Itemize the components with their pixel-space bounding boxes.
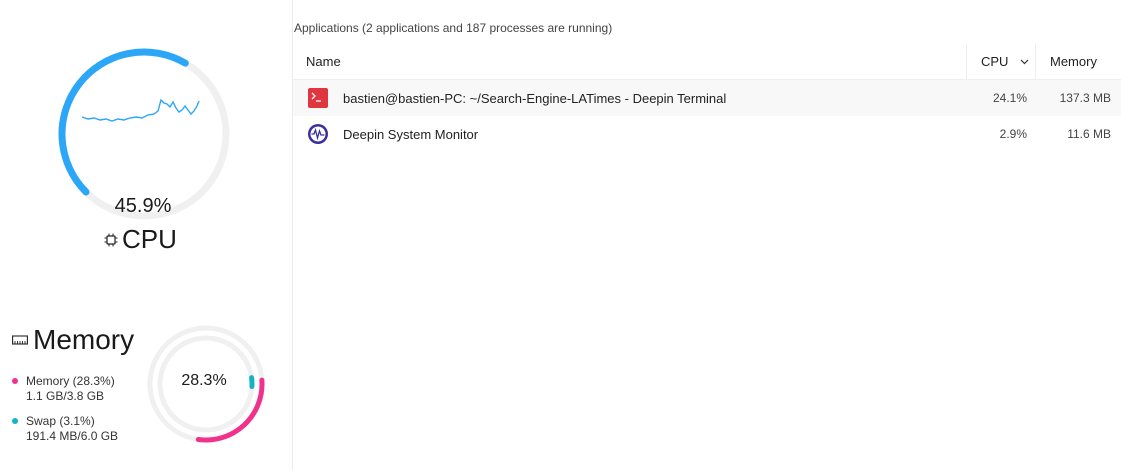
chevron-down-icon [1020, 59, 1029, 64]
process-panel: Applications (2 applications and 187 pro… [292, 0, 1121, 470]
memory-legend: Memory (28.3%) 1.1 GB/3.8 GB Swap (3.1%)… [12, 374, 118, 454]
system-monitor-icon [308, 124, 328, 144]
cpu-usage-percent: 45.9% [114, 195, 172, 217]
process-memory: 137.3 MB [1059, 91, 1111, 105]
memory-legend-detail: 1.1 GB/3.8 GB [26, 389, 105, 403]
column-header-memory[interactable]: Memory [1035, 44, 1121, 79]
table-header: Name CPU Memory [293, 44, 1121, 80]
swap-legend-label: Swap (3.1%) [26, 414, 95, 428]
memory-usage-percent: 28.3% [181, 372, 227, 389]
process-cpu: 24.1% [992, 91, 1027, 105]
process-table: Name CPU Memory bastien@bastien-PC: ~/Se… [293, 44, 1121, 152]
process-summary: Applications (2 applications and 187 pro… [294, 21, 613, 35]
memory-legend-dot [12, 378, 18, 384]
cpu-title-label: CPU [122, 224, 177, 254]
memory-title: Memory [12, 324, 134, 356]
process-name: bastien@bastien-PC: ~/Search-Engine-LATi… [343, 90, 727, 106]
table-row[interactable]: Deepin System Monitor 2.9% 11.6 MB [293, 116, 1121, 152]
memory-title-label: Memory [33, 324, 135, 355]
process-name: Deepin System Monitor [343, 126, 479, 142]
cpu-history-graph [81, 98, 200, 122]
process-memory: 11.6 MB [1067, 127, 1111, 141]
swap-legend-dot [12, 418, 18, 424]
column-header-name[interactable]: Name [293, 54, 966, 69]
ram-icon [12, 335, 28, 345]
legend-item-memory: Memory (28.3%) 1.1 GB/3.8 GB [12, 374, 118, 404]
legend-item-swap: Swap (3.1%) 191.4 MB/6.0 GB [12, 414, 118, 444]
cpu-title: CPU [104, 224, 177, 255]
chip-icon [104, 233, 118, 246]
cpu-ring-usage [58, 48, 189, 196]
system-monitor-window: 45.9% CPU Memory Memory (28.3%) 1.1 GB/3… [0, 0, 1121, 470]
column-header-cpu-label: CPU [981, 54, 1009, 69]
table-row[interactable]: bastien@bastien-PC: ~/Search-Engine-LATi… [293, 80, 1121, 116]
memory-legend-label: Memory (28.3%) [26, 374, 115, 388]
status-panel: 45.9% CPU Memory Memory (28.3%) 1.1 GB/3… [0, 0, 292, 470]
swap-legend-detail: 191.4 MB/6.0 GB [26, 429, 119, 443]
column-header-cpu[interactable]: CPU [966, 44, 1035, 79]
terminal-icon [308, 88, 328, 108]
process-cpu: 2.9% [999, 127, 1027, 141]
